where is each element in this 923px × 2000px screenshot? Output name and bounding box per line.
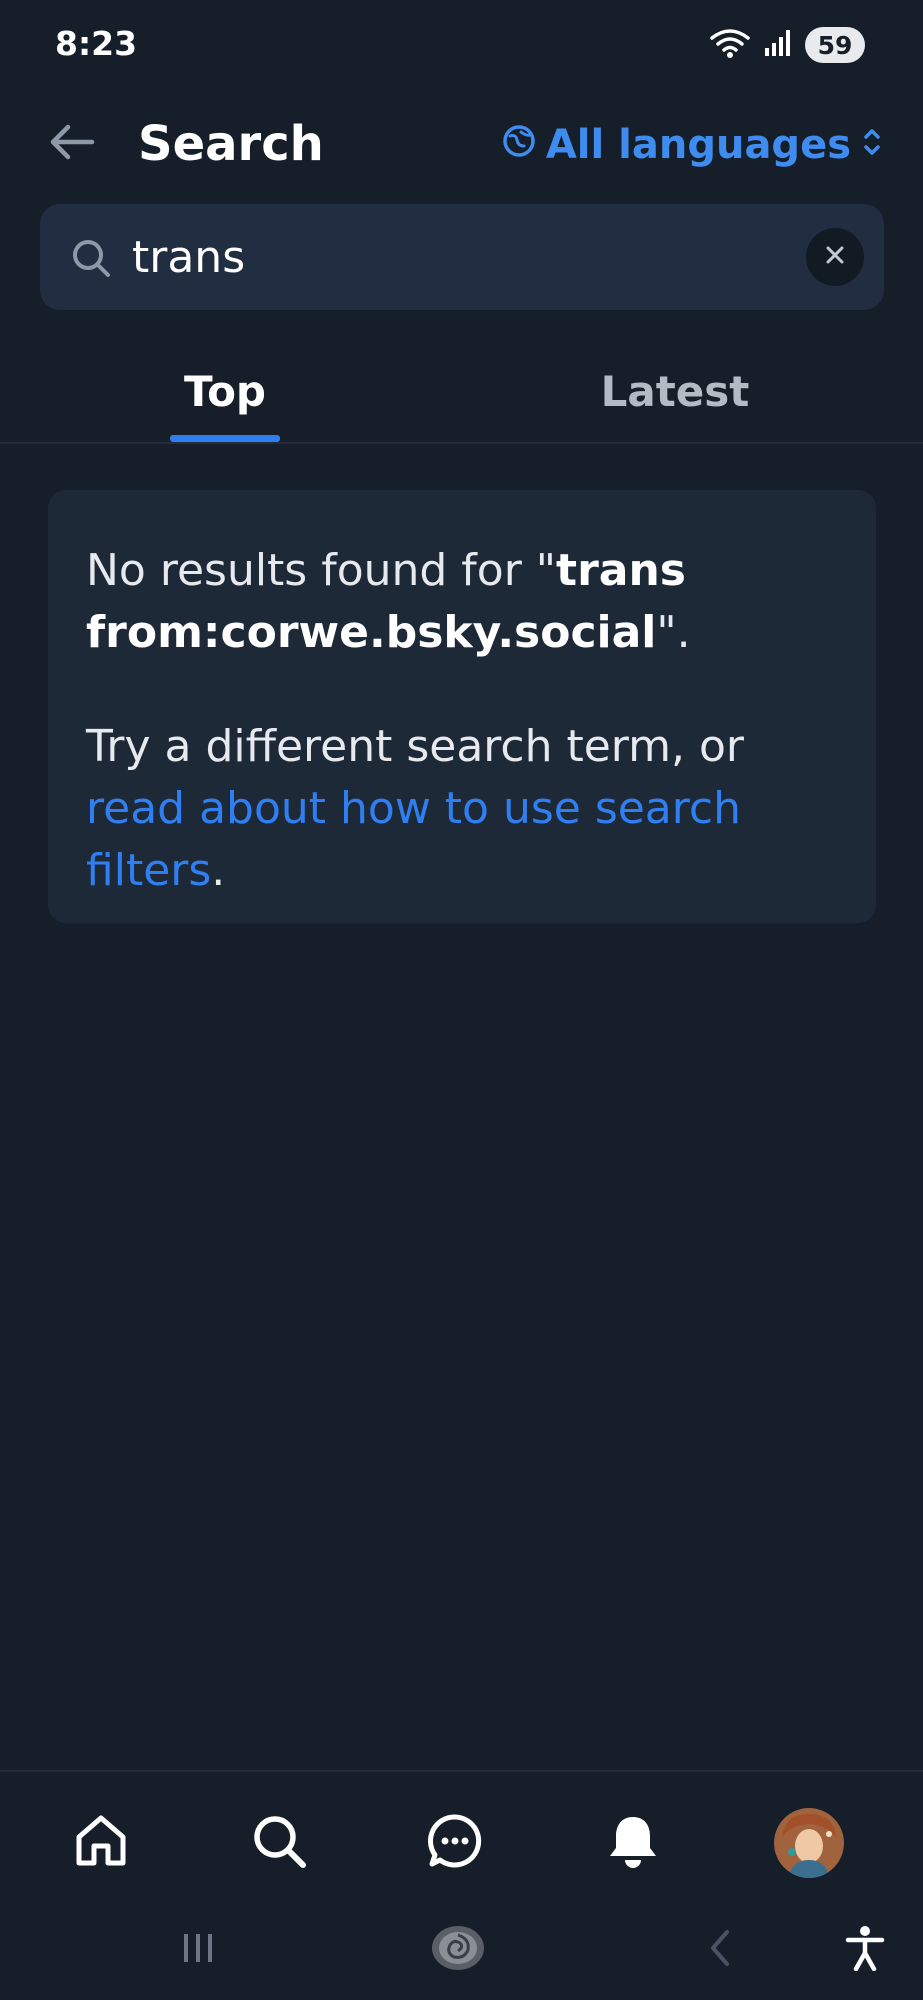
search-filters-link-line2: filters. xyxy=(86,840,838,902)
system-nav-bar xyxy=(0,1900,923,2000)
chevron-updown-icon xyxy=(861,122,883,168)
accessibility-button[interactable] xyxy=(840,1922,890,1978)
home-icon xyxy=(72,1812,130,1874)
clear-search-button[interactable] xyxy=(806,228,864,286)
tab-latest[interactable]: Latest xyxy=(560,340,790,442)
arrow-left-icon xyxy=(48,122,96,166)
query-text: trans xyxy=(556,545,686,596)
bell-icon xyxy=(604,1812,662,1874)
status-time: 8:23 xyxy=(55,24,138,63)
empty-results-card: No results found for "trans from:corwe.b… xyxy=(48,490,876,923)
wifi-icon xyxy=(709,26,751,64)
language-label: All languages xyxy=(545,122,851,168)
accessibility-icon xyxy=(845,1925,885,1975)
chevron-left-icon xyxy=(705,1928,735,1972)
search-filters-link[interactable]: read about how to use search xyxy=(86,783,741,834)
search-tabs: Top Latest xyxy=(0,340,923,444)
search-icon xyxy=(250,1812,308,1874)
signal-icon xyxy=(763,28,793,62)
battery-indicator: 59 xyxy=(805,27,865,63)
back-system-button[interactable] xyxy=(700,1922,740,1978)
language-selector[interactable]: All languages xyxy=(502,110,883,180)
close-icon xyxy=(824,244,846,270)
nav-notifications-button[interactable] xyxy=(598,1808,668,1878)
active-tab-indicator xyxy=(170,435,280,442)
no-results-message-line2: from:corwe.bsky.social". xyxy=(86,602,838,664)
recent-apps-button[interactable] xyxy=(178,1922,218,1978)
recent-apps-icon xyxy=(180,1930,216,1970)
rose-icon xyxy=(430,1923,486,1977)
nav-profile-avatar[interactable] xyxy=(774,1808,844,1878)
status-bar: 8:23 59 xyxy=(0,0,923,92)
nav-search-button[interactable] xyxy=(244,1808,314,1878)
nav-chat-button[interactable] xyxy=(420,1808,490,1878)
no-results-prefix: No results found for " xyxy=(86,545,557,596)
search-hint: Try a different search term, or xyxy=(86,721,744,772)
query-filter-text: from:corwe.bsky.social xyxy=(86,607,657,658)
search-filters-link-cont[interactable]: filters xyxy=(86,845,211,896)
search-icon xyxy=(70,237,112,279)
nav-home-button[interactable] xyxy=(66,1808,136,1878)
no-results-message: No results found for "trans xyxy=(86,540,838,602)
search-screen: 8:23 59 Search All languages trans Top L… xyxy=(0,0,923,2000)
header: Search All languages xyxy=(0,92,923,202)
tab-top[interactable]: Top xyxy=(150,340,300,442)
page-title: Search xyxy=(138,116,324,172)
back-button[interactable] xyxy=(40,112,104,176)
status-icons: 59 xyxy=(709,26,865,64)
globe-icon xyxy=(502,122,536,168)
search-filters-link-line1: read about how to use search xyxy=(86,778,838,840)
no-results-suffix: ". xyxy=(656,607,691,658)
search-input[interactable] xyxy=(132,222,812,292)
home-system-button[interactable] xyxy=(428,1922,488,1978)
chat-icon xyxy=(426,1812,484,1874)
avatar xyxy=(774,1808,844,1878)
bottom-nav xyxy=(0,1770,923,1900)
hint-end: . xyxy=(211,845,226,896)
search-box xyxy=(40,204,884,310)
